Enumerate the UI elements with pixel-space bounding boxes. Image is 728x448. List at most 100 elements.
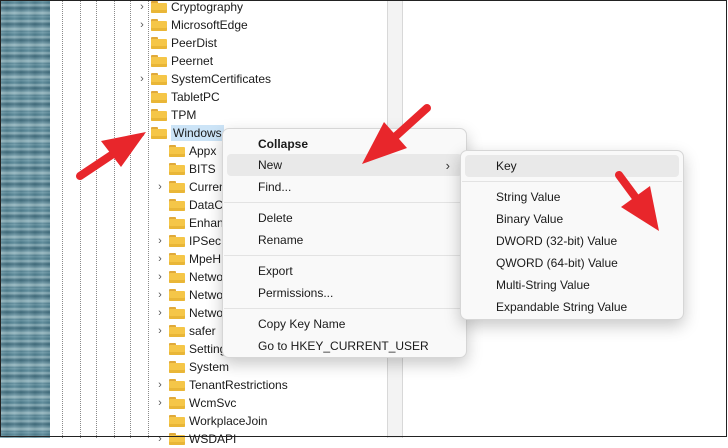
tree-item-label: TenantRestrictions: [189, 378, 288, 392]
tree-item-netwo[interactable]: › Netwo: [154, 286, 223, 304]
chevron-right-icon[interactable]: ›: [154, 394, 166, 412]
menu-item-rename[interactable]: Rename: [227, 229, 462, 251]
chevron-right-icon[interactable]: ›: [154, 322, 166, 340]
tree-item-setting[interactable]: Setting: [154, 340, 226, 358]
folder-icon: [169, 217, 185, 229]
menu-item-collapse[interactable]: Collapse: [227, 133, 462, 155]
chevron-right-icon[interactable]: ›: [154, 178, 166, 196]
submenu-item-string-value[interactable]: String Value: [465, 186, 679, 208]
tree-item-label: IPSec: [189, 234, 222, 248]
menu-item-find[interactable]: Find...: [227, 176, 462, 198]
tree-item-peerdist[interactable]: PeerDist: [136, 34, 217, 52]
menu-item-permissions[interactable]: Permissions...: [227, 282, 462, 304]
tree-item-safer[interactable]: › safer: [154, 322, 216, 340]
new-submenu: Key String Value Binary Value DWORD (32-…: [460, 150, 684, 320]
tree-item-label: BITS: [189, 162, 216, 176]
chevron-right-icon[interactable]: ›: [154, 286, 166, 304]
menu-item-label: Export: [258, 264, 293, 278]
submenu-item-qword-value[interactable]: QWORD (64-bit) Value: [465, 252, 679, 274]
tree-item-wcmsvc[interactable]: › WcmSvc: [154, 394, 236, 412]
tree-item-appx[interactable]: Appx: [154, 142, 216, 160]
submenu-item-dword-value[interactable]: DWORD (32-bit) Value: [465, 230, 679, 252]
chevron-right-icon[interactable]: ›: [136, 0, 148, 16]
chevron-right-icon[interactable]: ›: [154, 268, 166, 286]
chevron-right-icon[interactable]: ›: [154, 376, 166, 394]
menu-item-export[interactable]: Export: [227, 260, 462, 282]
tree-item-label: PeerDist: [171, 36, 218, 50]
menu-item-label: Find...: [258, 180, 292, 194]
submenu-item-expandable-string-value[interactable]: Expandable String Value: [465, 296, 679, 318]
tree-item-system[interactable]: System: [154, 358, 229, 376]
chevron-right-icon: ›: [445, 157, 450, 173]
tree-item-tabletpc[interactable]: TabletPC: [136, 88, 220, 106]
menu-item-label: DWORD (32-bit) Value: [496, 234, 618, 248]
folder-icon: [169, 325, 185, 337]
tree-item-dataco[interactable]: DataCo: [154, 196, 230, 214]
chevron-right-icon[interactable]: ›: [136, 70, 148, 88]
tree-item-label: MicrosoftEdge: [171, 18, 248, 32]
menu-separator: [224, 255, 465, 256]
tree-item-label: SystemCertificates: [171, 72, 272, 86]
tree-item-tpm[interactable]: TPM: [136, 106, 196, 124]
tree-item-peernet[interactable]: Peernet: [136, 52, 213, 70]
tree-item-tenantrestrictions[interactable]: › TenantRestrictions: [154, 376, 288, 394]
folder-icon: [169, 271, 185, 283]
tree-item-label: Curren: [189, 180, 226, 194]
folder-icon: [151, 91, 167, 103]
tree-item-netwo[interactable]: › Netwo: [154, 268, 223, 286]
menu-item-goto-hkcu[interactable]: Go to HKEY_CURRENT_USER: [227, 335, 462, 357]
menu-item-label: Key: [496, 159, 517, 173]
chevron-right-icon[interactable]: ›: [136, 16, 148, 34]
tree-item-label: Netwo: [189, 270, 224, 284]
folder-icon: [169, 253, 185, 265]
tree-item-netwo[interactable]: › Netwo: [154, 304, 223, 322]
menu-item-label: Permissions...: [258, 286, 334, 300]
tree-item-microsoftedge[interactable]: › MicrosoftEdge: [136, 16, 248, 34]
chevron-right-icon[interactable]: ›: [154, 304, 166, 322]
tree-item-windows[interactable]: ⌄ Windows: [136, 124, 224, 142]
submenu-item-key[interactable]: Key: [465, 155, 679, 177]
tree-item-label: Enhan: [189, 216, 224, 230]
menu-item-label: Copy Key Name: [258, 317, 346, 331]
menu-item-copy-key-name[interactable]: Copy Key Name: [227, 313, 462, 335]
tree-item-curren[interactable]: › Curren: [154, 178, 226, 196]
tree-item-label: Netwo: [189, 306, 224, 320]
tree-item-workplacejoin[interactable]: WorkplaceJoin: [154, 412, 267, 430]
chevron-down-icon[interactable]: ⌄: [136, 124, 148, 142]
menu-item-label: Binary Value: [496, 212, 564, 226]
folder-icon: [169, 163, 185, 175]
chevron-right-icon[interactable]: ›: [154, 232, 166, 250]
tree-guide-line: [114, 0, 115, 438]
tree-item-enhan[interactable]: Enhan: [154, 214, 224, 232]
menu-item-delete[interactable]: Delete: [227, 207, 462, 229]
submenu-item-multi-string-value[interactable]: Multi-String Value: [465, 274, 679, 296]
folder-icon: [169, 379, 185, 391]
tree-item-label: Netwo: [189, 288, 224, 302]
tree-item-ipsec[interactable]: › IPSec: [154, 232, 221, 250]
chevron-right-icon[interactable]: ›: [154, 250, 166, 268]
tree-item-wsdapi[interactable]: › WSDAPI: [154, 430, 236, 448]
tree-item-label: System: [189, 360, 230, 374]
tree-item-mpeh[interactable]: › MpeH: [154, 250, 221, 268]
tree-guide-line: [130, 0, 131, 438]
folder-icon: [151, 55, 167, 67]
desktop-background: [0, 0, 50, 438]
menu-item-new[interactable]: New ›: [227, 154, 462, 176]
tree-item-systemcertificates[interactable]: › SystemCertificates: [136, 70, 271, 88]
chevron-right-icon[interactable]: ›: [154, 430, 166, 448]
menu-item-label: QWORD (64-bit) Value: [496, 256, 618, 270]
tree-item-label: Peernet: [171, 54, 214, 68]
folder-icon: [169, 181, 185, 193]
folder-icon: [169, 433, 185, 445]
tree-item-label: safer: [189, 324, 216, 338]
tree-item-bits[interactable]: BITS: [154, 160, 216, 178]
tree-item-label: Windows: [171, 125, 224, 141]
tree-item-cryptography[interactable]: › Cryptography: [136, 0, 243, 16]
submenu-item-binary-value[interactable]: Binary Value: [465, 208, 679, 230]
